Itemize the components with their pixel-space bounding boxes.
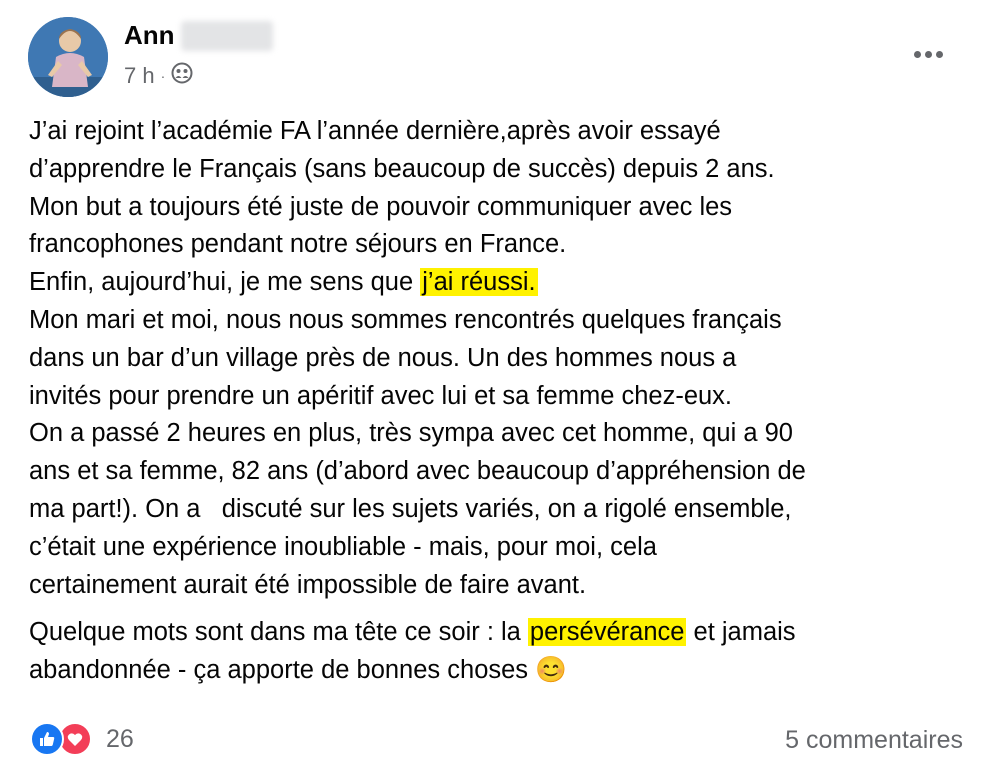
post-line: ma part!). On a discuté sur les sujets v… (29, 494, 792, 523)
post-line: francophones pendant notre séjours en Fr… (29, 230, 567, 259)
post-time[interactable]: 7 h (124, 63, 155, 89)
post-line: Enfin, aujourd’hui, je me sens que (29, 268, 421, 297)
more-dot-icon (924, 50, 932, 58)
like-icon (30, 722, 64, 756)
post-line: J’ai rejoint l’académie FA l’année derni… (29, 117, 721, 145)
post-line: et jamais (686, 618, 796, 647)
post-line: ans et sa femme, 82 ans (d’abord avec be… (29, 457, 806, 486)
post-line: Mon but a toujours été juste de pouvoir … (29, 192, 733, 221)
smiling-face-emoji-icon: 😊 (535, 656, 567, 685)
post-line: d’apprendre le Français (sans beaucoup d… (29, 154, 775, 183)
reactions-summary[interactable]: 26 (30, 722, 134, 756)
post-line: c’était une expérience inoubliable - mai… (29, 532, 657, 561)
post-line: abandonnée - ça apporte de bonnes choses (29, 656, 536, 685)
post-line: Mon mari et moi, nous nous sommes rencon… (29, 305, 782, 334)
author-first-name[interactable]: Ann (124, 20, 175, 51)
reaction-count[interactable]: 26 (106, 725, 134, 754)
post-line: dans un bar d’un village près de nous. U… (29, 343, 737, 372)
redacted-surname (180, 20, 273, 51)
author-avatar[interactable] (28, 17, 108, 97)
highlighted-text: j’ai réussi. (420, 268, 538, 297)
more-dot-icon (913, 50, 921, 58)
post-paragraph: J’ai rejoint l’académie FA l’année derni… (29, 113, 969, 604)
highlighted-text: persévérance (527, 618, 687, 647)
post-line: On a passé 2 heures en plus, très sympa … (29, 419, 793, 448)
post-meta: 7 h · (124, 62, 193, 90)
comments-count-link[interactable]: 5 commentaires (785, 726, 963, 755)
post-line: Quelque mots sont dans ma tête ce soir :… (29, 618, 528, 647)
meta-separator: · (160, 68, 166, 84)
post-line: invités pour prendre un apéritif avec lu… (29, 381, 733, 410)
post-line: certainement aurait été impossible de fa… (29, 570, 587, 599)
post-paragraph: Quelque mots sont dans ma tête ce soir :… (29, 614, 969, 690)
more-options-button[interactable] (908, 40, 948, 68)
author-name[interactable]: Ann (124, 20, 273, 51)
post-body: J’ai rejoint l’académie FA l’année derni… (29, 113, 969, 690)
more-dot-icon (935, 50, 943, 58)
friends-icon[interactable] (171, 62, 193, 90)
